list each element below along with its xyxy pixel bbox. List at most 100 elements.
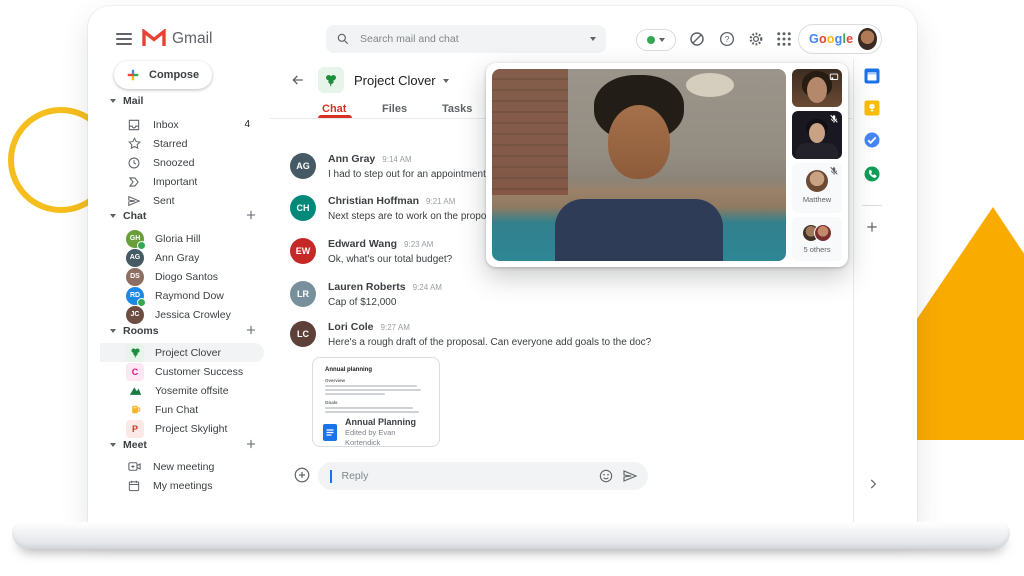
sidebar-room-fun-chat[interactable]: Fun Chat — [100, 400, 264, 419]
video-call-overlay[interactable]: Matthew 5 others — [486, 63, 848, 267]
room-clover-icon — [318, 67, 344, 93]
add-meeting-icon[interactable] — [244, 437, 260, 453]
clover-icon — [126, 344, 144, 362]
get-addons-plus-icon[interactable] — [864, 219, 880, 235]
sidebar-item-snoozed[interactable]: Snoozed — [100, 153, 264, 172]
section-label: Chat — [123, 210, 146, 222]
sidebar-item-label: Important — [153, 176, 197, 188]
svg-text:?: ? — [725, 35, 730, 44]
account-avatar[interactable] — [858, 28, 877, 50]
sidebar-item-new-meeting[interactable]: New meeting — [100, 457, 264, 476]
sidebar-chat-gloria-hill[interactable]: GH Gloria Hill — [100, 229, 264, 248]
sidebar-item-label: Fun Chat — [155, 404, 198, 416]
doc-preview-title: Annual planning — [325, 367, 427, 373]
section-header-rooms[interactable]: Rooms — [110, 323, 159, 339]
text-cursor — [330, 470, 332, 483]
settings-gear-icon[interactable] — [747, 30, 765, 48]
search-options-chevron-icon[interactable] — [590, 37, 596, 41]
participant-tile[interactable] — [792, 111, 842, 159]
do-not-disturb-icon[interactable] — [688, 30, 706, 48]
avatar: AG — [290, 153, 316, 179]
google-letter: G — [809, 32, 819, 46]
speaker-silhouette — [608, 105, 670, 179]
reply-input-bar[interactable] — [318, 462, 648, 490]
expand-panel-chevron-icon[interactable] — [866, 477, 880, 491]
doc-attachment-card[interactable]: Annual planning Overview Goals Annual Pl… — [312, 357, 440, 447]
section-header-chat[interactable]: Chat — [110, 208, 146, 224]
avatar: GH — [126, 230, 144, 248]
gmail-wordmark: Gmail — [172, 30, 212, 48]
sidebar-item-label: My meetings — [153, 480, 213, 492]
compose-button[interactable]: Compose — [114, 61, 212, 89]
message-text: Cap of $12,000 — [328, 297, 442, 308]
section-header-meet[interactable]: Meet — [110, 437, 147, 453]
sidebar-item-my-meetings[interactable]: My meetings — [100, 476, 264, 495]
participant-tile-matthew[interactable]: Matthew — [792, 163, 842, 213]
google-account-chip[interactable]: G o o g l e — [798, 24, 882, 54]
sidebar-room-customer-success[interactable]: C Customer Success — [100, 362, 264, 381]
sidebar-chat-raymond-dow[interactable]: RD Raymond Dow — [100, 286, 264, 305]
participant-tile-others[interactable]: 5 others — [792, 217, 842, 261]
search-input[interactable] — [358, 32, 582, 46]
sidebar-item-label: Inbox — [153, 119, 179, 131]
avatar — [814, 224, 832, 242]
google-calendar-icon[interactable] — [863, 67, 881, 85]
sidebar-chat-ann-gray[interactable]: AG Ann Gray — [100, 248, 264, 267]
avatar: LR — [290, 281, 316, 307]
multicolor-plus-icon — [126, 68, 140, 82]
emoji-icon[interactable] — [598, 468, 614, 484]
tab-tasks[interactable]: Tasks — [442, 103, 472, 115]
sidebar-room-project-clover[interactable]: Project Clover — [100, 343, 264, 362]
tab-chat[interactable]: Chat — [322, 103, 346, 115]
sidebar-room-project-skylight[interactable]: P Project Skylight — [100, 419, 264, 438]
participant-tile[interactable] — [792, 69, 842, 107]
sidebar-item-label: Jessica Crowley — [155, 309, 231, 321]
room-letter-icon: P — [126, 420, 144, 438]
mic-off-icon — [829, 166, 839, 176]
doc-preview-heading: Overview — [325, 378, 427, 383]
sidebar-item-label: Ann Gray — [155, 252, 199, 264]
inbox-icon — [126, 117, 142, 133]
decorative-yellow-triangle — [917, 207, 1024, 440]
unread-count: 4 — [244, 119, 250, 130]
participant-count-label: 5 others — [792, 245, 842, 254]
help-icon[interactable]: ? — [718, 30, 736, 48]
section-collapse-icon — [110, 329, 116, 333]
google-tasks-icon[interactable] — [863, 131, 881, 149]
sidebar-item-starred[interactable]: Starred — [100, 134, 264, 153]
search-bar[interactable] — [326, 25, 606, 53]
section-header-mail[interactable]: Mail — [110, 93, 143, 109]
room-title[interactable]: Project Clover — [354, 73, 449, 88]
avatar: EW — [290, 238, 316, 264]
room-menu-chevron-icon — [443, 79, 449, 83]
doc-title: Annual Planning — [345, 417, 429, 428]
add-attachment-icon[interactable] — [293, 466, 311, 484]
back-arrow-icon[interactable] — [290, 72, 306, 88]
message-author: Lauren Roberts — [328, 281, 406, 293]
video-plus-icon — [126, 459, 142, 475]
message-author: Edward Wang — [328, 238, 397, 250]
sidebar-item-important[interactable]: Important — [100, 172, 264, 191]
sidebar-item-inbox[interactable]: Inbox 4 — [100, 115, 264, 134]
message-author: Ann Gray — [328, 153, 375, 165]
add-chat-icon[interactable] — [244, 208, 260, 224]
section-collapse-icon — [110, 99, 116, 103]
sidebar-room-yosemite-offsite[interactable]: Yosemite offsite — [100, 381, 264, 400]
chat-status-selector[interactable] — [636, 29, 676, 51]
add-room-icon[interactable] — [244, 323, 260, 339]
menu-icon[interactable] — [116, 33, 132, 45]
gmail-logo-icon — [142, 29, 166, 47]
tab-files[interactable]: Files — [382, 103, 407, 115]
drink-icon — [126, 401, 144, 419]
section-collapse-icon — [110, 214, 116, 218]
sidebar-chat-jessica-crowley[interactable]: JC Jessica Crowley — [100, 305, 264, 324]
sidebar-item-label: Customer Success — [155, 366, 243, 378]
laptop-base — [12, 522, 1010, 549]
apps-grid-icon[interactable] — [775, 30, 793, 48]
reply-input[interactable] — [340, 469, 591, 483]
send-icon[interactable] — [622, 468, 638, 484]
google-voice-icon[interactable] — [863, 165, 881, 183]
sidebar-item-label: Sent — [153, 195, 175, 207]
google-keep-icon[interactable] — [863, 99, 881, 117]
sidebar-chat-diogo-santos[interactable]: DS Diogo Santos — [100, 267, 264, 286]
